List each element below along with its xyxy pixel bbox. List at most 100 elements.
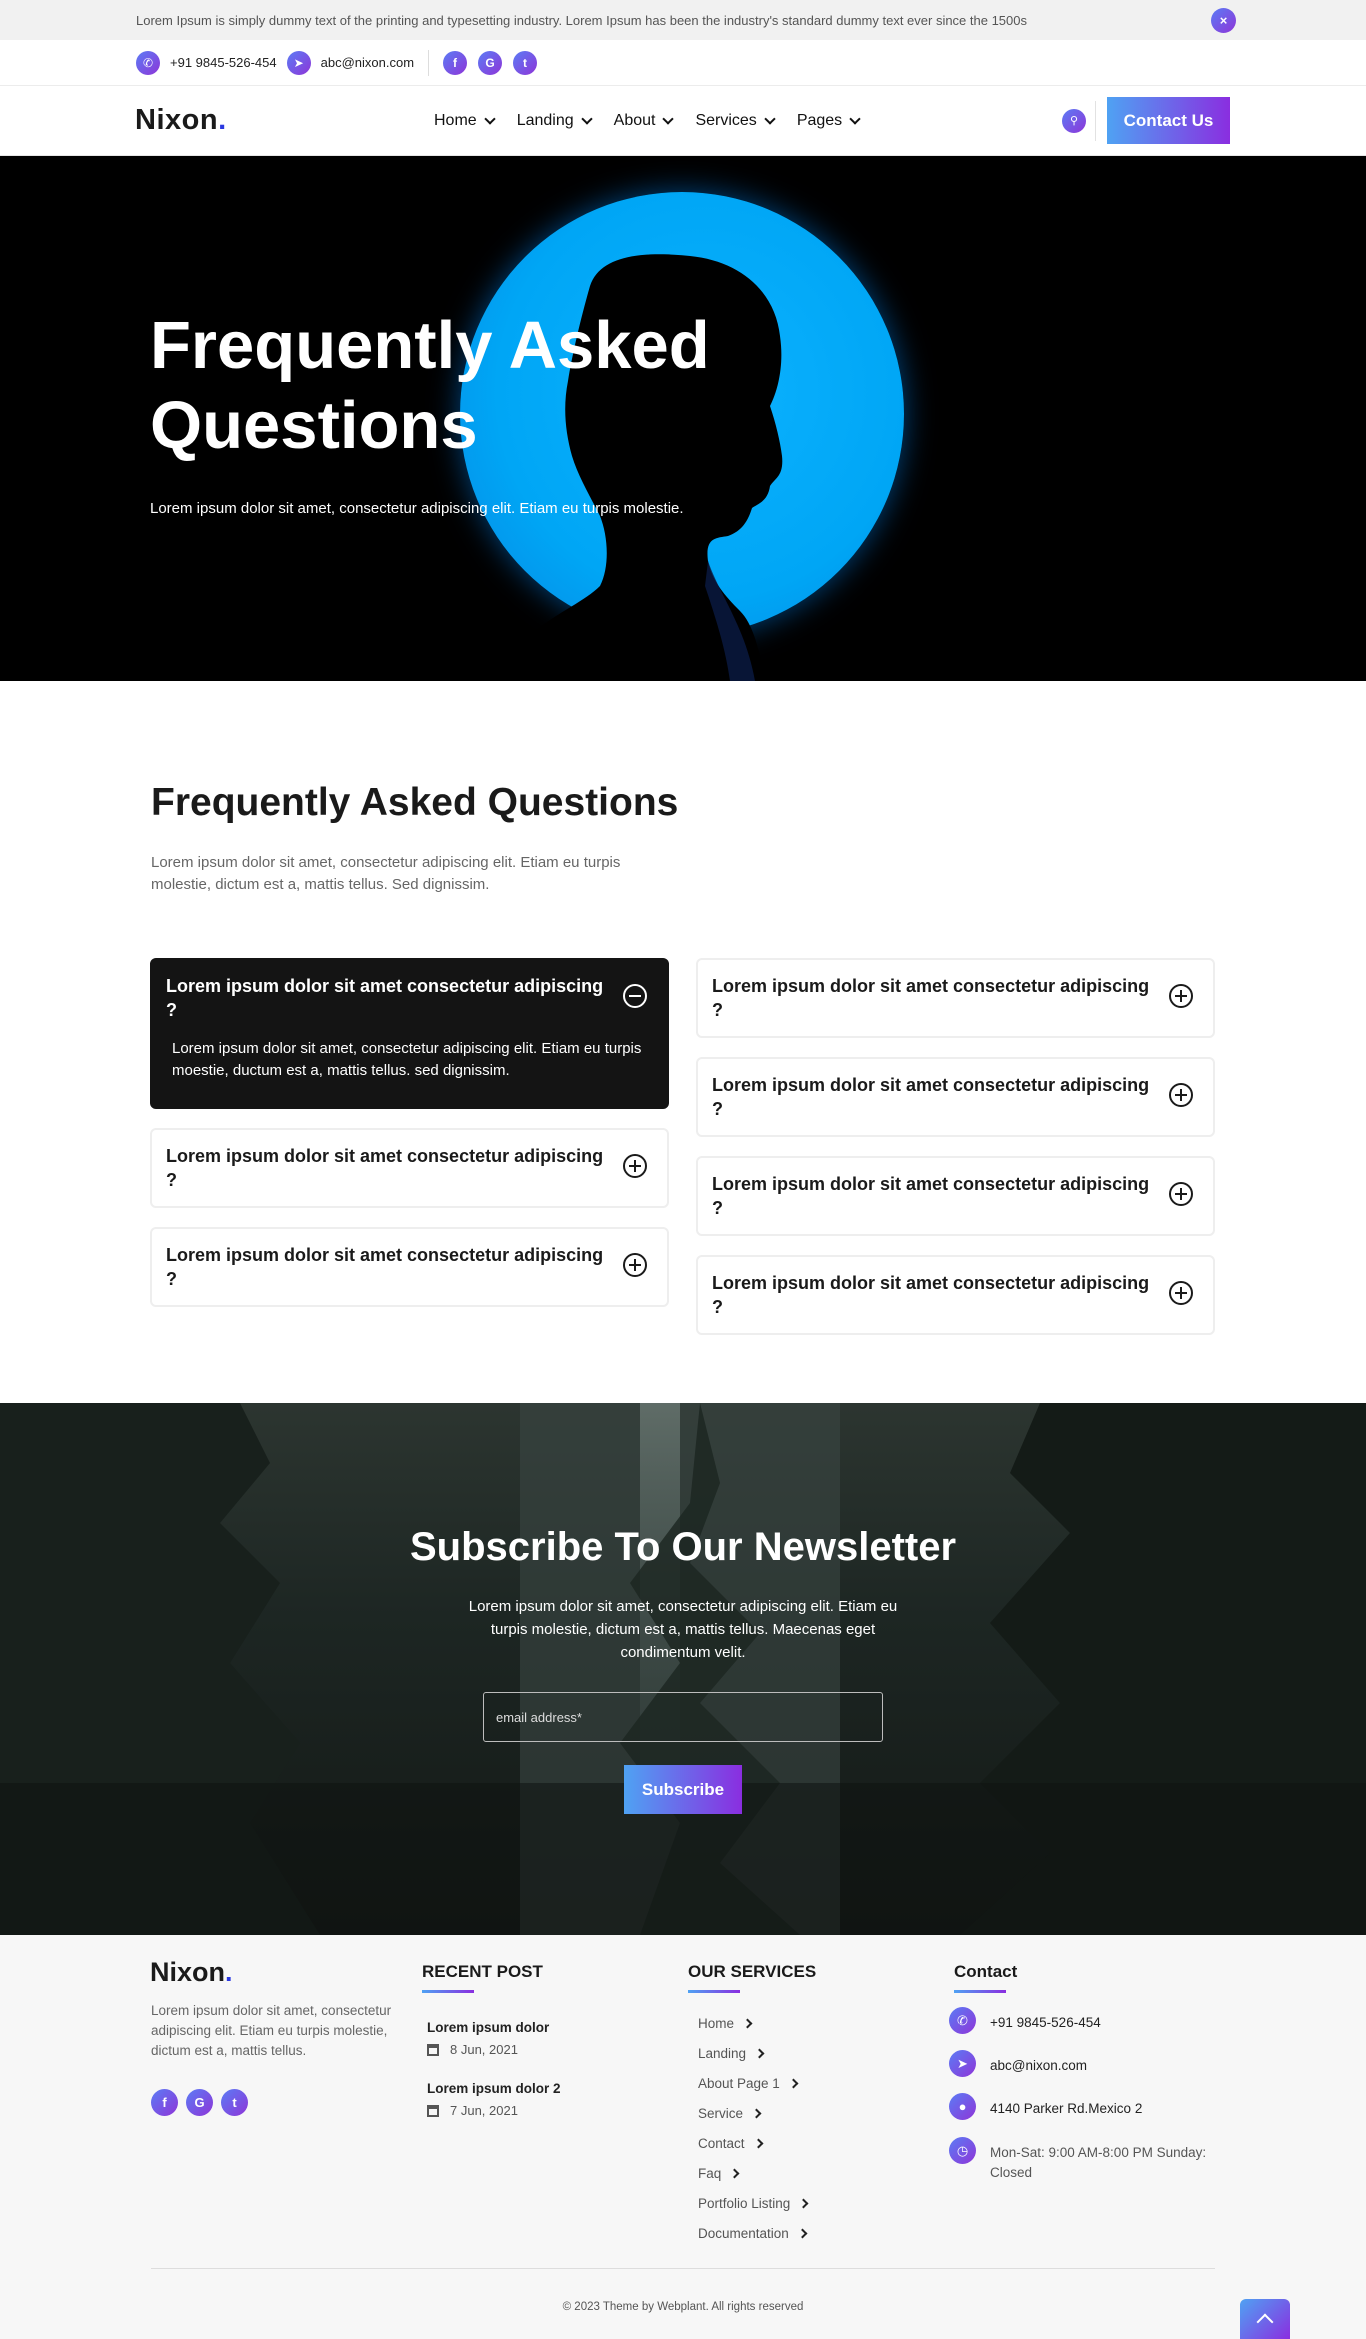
post-date-text: 8 Jun, 2021 xyxy=(450,2042,518,2057)
plus-circle-icon[interactable] xyxy=(623,1154,647,1178)
hero-title: Frequently Asked Questions xyxy=(150,308,710,463)
nav-item-home[interactable]: Home xyxy=(434,111,496,130)
faq-item[interactable]: Lorem ipsum dolor sit amet consectetur a… xyxy=(150,1227,669,1307)
post-date: 7 Jun, 2021 xyxy=(427,2103,561,2118)
services-heading: OUR SERVICES xyxy=(688,1962,817,1993)
chevron-right-icon xyxy=(798,2198,809,2209)
scroll-to-top-button[interactable] xyxy=(1240,2299,1290,2339)
plus-circle-icon[interactable] xyxy=(623,1253,647,1277)
facebook-icon[interactable]: f xyxy=(151,2089,178,2116)
faq-description: Lorem ipsum dolor sit amet, consectetur … xyxy=(151,854,621,893)
footer-link-portfolio-listing[interactable]: Portfolio Listing xyxy=(698,2196,809,2211)
divider xyxy=(1095,100,1096,141)
close-icon[interactable]: × xyxy=(1211,8,1236,33)
contact-heading: Contact xyxy=(954,1962,1018,1993)
main-navbar: Nixon. Home Landing About Services Pages… xyxy=(0,86,1366,156)
announcement-text: Lorem Ipsum is simply dummy text of the … xyxy=(136,12,1028,28)
link-label: Service xyxy=(698,2106,744,2121)
hero-banner: Frequently Asked Questions Lorem ipsum d… xyxy=(0,156,1366,681)
nav-label: Pages xyxy=(796,111,843,129)
nav-label: Home xyxy=(434,111,477,129)
telegram-icon: ➤ xyxy=(949,2050,976,2077)
clock-icon: ◷ xyxy=(949,2137,976,2164)
google-icon[interactable]: G xyxy=(478,50,503,75)
nav-item-landing[interactable]: Landing xyxy=(516,111,593,130)
newsletter-title: Subscribe To Our Newsletter xyxy=(409,1525,957,1569)
footer-address: ● 4140 Parker Rd.Mexico 2 xyxy=(949,2093,1142,2120)
link-label: Documentation xyxy=(698,2226,789,2241)
contact-us-button[interactable]: Contact Us xyxy=(1107,97,1230,144)
chevron-right-icon xyxy=(797,2228,808,2239)
footer-about: Lorem ipsum dolor sit amet, consectetur … xyxy=(151,2003,392,2058)
phone-icon: ✆ xyxy=(949,2007,976,2034)
plus-circle-icon[interactable] xyxy=(1169,1182,1193,1206)
chevron-down-icon xyxy=(662,112,675,125)
footer-link-documentation[interactable]: Documentation xyxy=(698,2226,808,2241)
faq-item[interactable]: Lorem ipsum dolor sit amet consectetur a… xyxy=(150,1128,669,1208)
logo-text: Nixon xyxy=(135,104,219,136)
footer-link-home[interactable]: Home xyxy=(698,2016,753,2031)
plus-circle-icon[interactable] xyxy=(1169,984,1193,1008)
calendar-icon xyxy=(427,2043,439,2056)
faq-item[interactable]: Lorem ipsum dolor sit amet consectetur a… xyxy=(696,958,1215,1038)
phone-text: +91 9845-526-454 xyxy=(170,55,277,70)
newsletter-description: Lorem ipsum dolor sit amet, consectetur … xyxy=(468,1598,898,1661)
footer-link-faq[interactable]: Faq xyxy=(698,2166,740,2181)
footer-divider xyxy=(151,2268,1215,2269)
nav-item-pages[interactable]: Pages xyxy=(796,111,861,130)
email-text: abc@nixon.com xyxy=(990,2058,1087,2073)
email-text: abc@nixon.com xyxy=(320,55,415,70)
logo[interactable]: Nixon. xyxy=(135,104,227,137)
nav-item-services[interactable]: Services xyxy=(695,112,776,130)
google-icon[interactable]: G xyxy=(186,2089,213,2116)
phone-text: +91 9845-526-454 xyxy=(990,2015,1101,2030)
chevron-down-icon xyxy=(580,112,593,125)
twitter-icon[interactable]: t xyxy=(221,2089,248,2116)
logo-dot: . xyxy=(218,104,227,136)
logo-dot: . xyxy=(225,1957,233,1987)
twitter-icon[interactable]: t xyxy=(513,50,538,75)
recent-post-item[interactable]: Lorem ipsum dolor 2 7 Jun, 2021 xyxy=(427,2081,561,2118)
footer-logo[interactable]: Nixon. xyxy=(150,1957,233,1988)
phone-contact[interactable]: ✆ +91 9845-526-454 xyxy=(136,50,277,75)
email-input[interactable] xyxy=(483,1692,883,1742)
link-label: Contact xyxy=(698,2136,745,2151)
minus-circle-icon[interactable] xyxy=(623,984,647,1008)
faq-question: Lorem ipsum dolor sit amet consectetur a… xyxy=(712,1174,1150,1218)
faq-item[interactable]: Lorem ipsum dolor sit amet consectetur a… xyxy=(696,1255,1215,1335)
subscribe-button[interactable]: Subscribe xyxy=(624,1765,742,1814)
chevron-down-icon xyxy=(484,112,496,125)
footer-link-landing[interactable]: Landing xyxy=(698,2046,765,2061)
announcement-bar: Lorem Ipsum is simply dummy text of the … xyxy=(0,0,1366,40)
plus-circle-icon[interactable] xyxy=(1169,1281,1193,1305)
footer-phone[interactable]: ✆ +91 9845-526-454 xyxy=(949,2007,1101,2034)
footer-link-service[interactable]: Service xyxy=(698,2106,762,2121)
nav-item-about[interactable]: About xyxy=(613,111,675,130)
address-text: 4140 Parker Rd.Mexico 2 xyxy=(990,2101,1143,2116)
nav-label: About xyxy=(613,111,656,129)
link-label: Home xyxy=(698,2016,735,2031)
post-date: 8 Jun, 2021 xyxy=(427,2042,549,2057)
divider xyxy=(428,49,430,76)
plus-circle-icon[interactable] xyxy=(1169,1083,1193,1107)
email-contact[interactable]: ➤ abc@nixon.com xyxy=(286,50,415,75)
faq-item[interactable]: Lorem ipsum dolor sit amet consectetur a… xyxy=(696,1057,1215,1137)
footer-link-contact[interactable]: Contact xyxy=(698,2136,763,2151)
faq-item[interactable]: Lorem ipsum dolor sit amet consectetur a… xyxy=(696,1156,1215,1236)
footer-link-about-page-1[interactable]: About Page 1 xyxy=(698,2076,799,2091)
search-icon[interactable]: ⚲ xyxy=(1062,108,1086,133)
post-date-text: 7 Jun, 2021 xyxy=(450,2103,518,2118)
chevron-right-icon xyxy=(729,2168,740,2179)
recent-post-item[interactable]: Lorem ipsum dolor 8 Jun, 2021 xyxy=(427,2020,549,2057)
faq-item[interactable]: Lorem ipsum dolor sit amet consectetur a… xyxy=(150,958,669,1109)
facebook-icon[interactable]: f xyxy=(443,50,468,75)
contact-bar: ✆ +91 9845-526-454 ➤ abc@nixon.com f G t xyxy=(0,40,1366,86)
hours-text: Mon-Sat: 9:00 AM-8:00 PM Sunday: Closed xyxy=(990,2145,1207,2180)
footer-email[interactable]: ➤ abc@nixon.com xyxy=(949,2050,1087,2077)
nav-menu: Home Landing About Services Pages xyxy=(434,112,882,130)
calendar-icon xyxy=(427,2104,439,2117)
post-title: Lorem ipsum dolor xyxy=(427,2020,550,2035)
link-label: Faq xyxy=(698,2166,722,2181)
hero-subtitle: Lorem ipsum dolor sit amet, consectetur … xyxy=(150,500,684,517)
nav-label: Landing xyxy=(516,111,574,129)
